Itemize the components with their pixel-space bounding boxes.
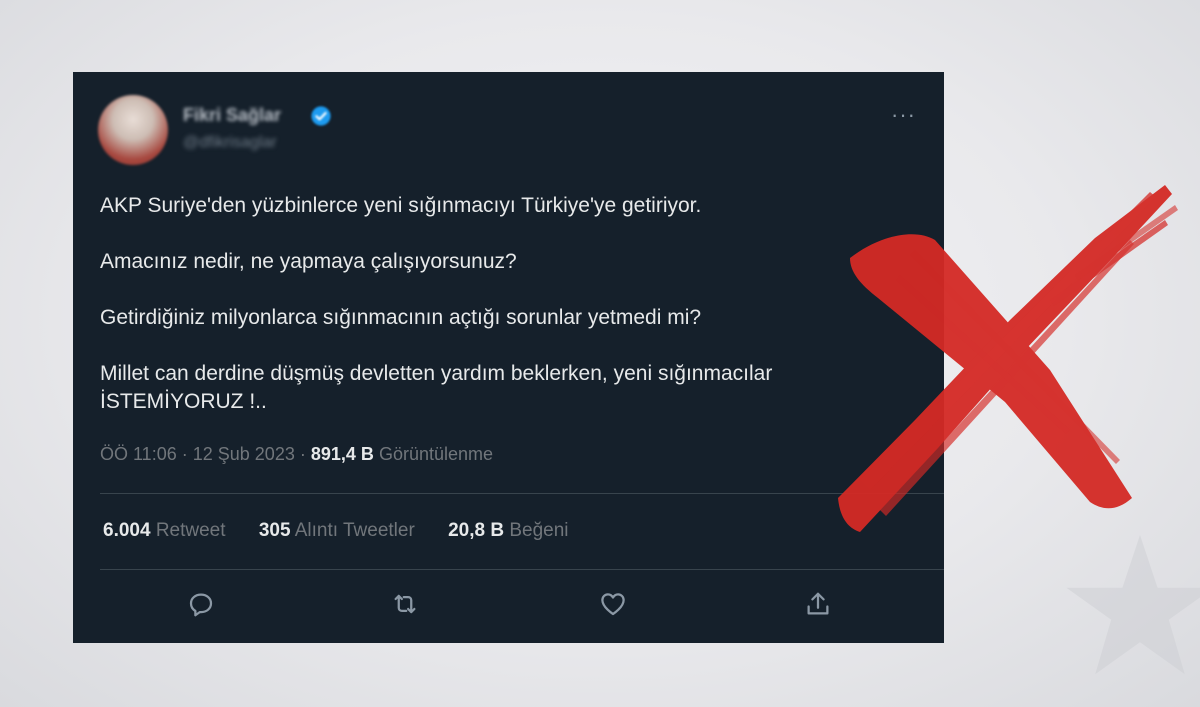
quotes-count: 305 [258, 520, 291, 541]
tweet-paragraph: Millet can derdine düşmüş devletten yard… [100, 362, 773, 413]
tweet-paragraph: Amacınız nedir, ne yapmaya çalışıyorsunu… [100, 250, 517, 273]
tweet-card: Fikri Sağlar @dfikrisaglar ··· AKP Suriy… [73, 72, 944, 643]
tweet-date[interactable]: 12 Şub 2023 [193, 444, 295, 464]
views-count: 891,4 B [310, 444, 374, 464]
share-icon [807, 592, 829, 615]
retweet-button[interactable] [390, 589, 420, 619]
tweet-text: AKP Suriye'den yüzbinlerce yeni sığınmac… [100, 192, 920, 416]
meta-separator: · [181, 444, 188, 464]
tweet-paragraph: AKP Suriye'den yüzbinlerce yeni sığınmac… [100, 194, 702, 217]
more-options-icon[interactable]: ··· [891, 102, 916, 128]
retweets-stat[interactable]: 6.004 Retweet [103, 520, 226, 542]
divider [100, 569, 944, 570]
likes-count: 20,8 B [448, 520, 505, 541]
tweet-stats: 6.004 Retweet 305 Alıntı Tweetler 20,8 B… [103, 520, 597, 542]
retweets-count: 6.004 [103, 520, 151, 541]
tweet-paragraph: Getirdiğiniz milyonlarca sığınmacının aç… [100, 306, 702, 329]
likes-stat[interactable]: 20,8 B Beğeni [448, 520, 568, 542]
background-star-icon [1066, 535, 1200, 675]
retweets-label: Retweet [155, 520, 226, 541]
like-icon [601, 593, 625, 616]
views-label: Görüntülenme [378, 444, 494, 464]
divider [100, 493, 944, 494]
like-button[interactable] [598, 589, 628, 619]
retweet-icon [394, 594, 416, 614]
avatar[interactable] [98, 95, 168, 165]
tweet-meta: ÖÖ 11:06 · 12 Şub 2023 · 891,4 B Görüntü… [100, 444, 493, 465]
quotes-label: Alıntı Tweetler [294, 520, 415, 541]
red-cross-icon [838, 185, 1178, 532]
author-handle[interactable]: @dfikrisaglar [183, 134, 277, 152]
share-button[interactable] [803, 589, 833, 619]
reply-icon [189, 593, 213, 617]
likes-label: Beğeni [509, 520, 569, 541]
quotes-stat[interactable]: 305 Alıntı Tweetler [259, 520, 415, 542]
tweet-time[interactable]: ÖÖ 11:06 [100, 444, 177, 464]
verified-badge-icon [311, 106, 331, 126]
author-name[interactable]: Fikri Sağlar [183, 105, 281, 126]
reply-button[interactable] [186, 589, 216, 619]
meta-separator: · [299, 444, 306, 464]
